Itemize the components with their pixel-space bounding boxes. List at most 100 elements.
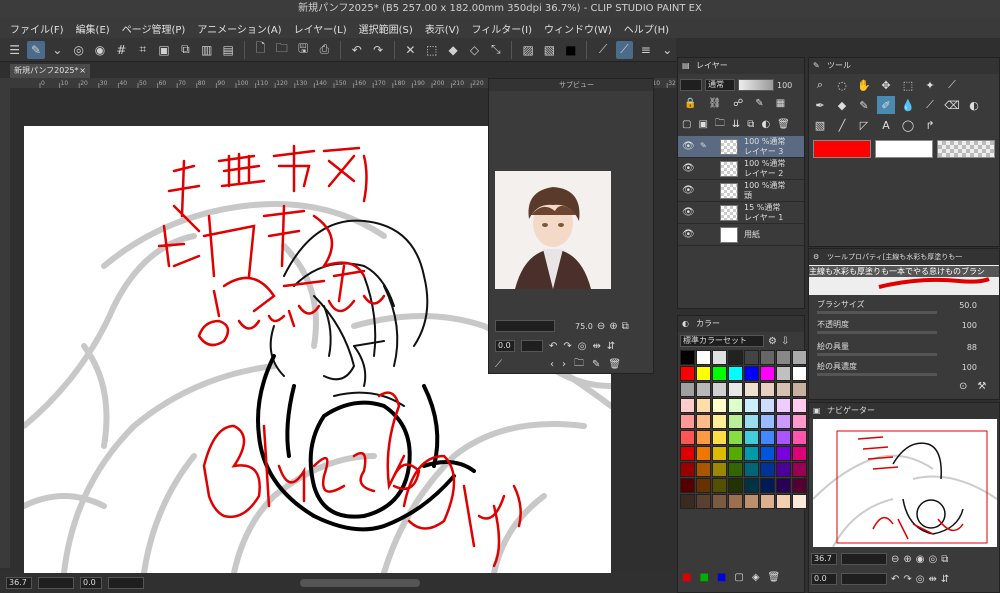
navigator-zoom-field[interactable]: 36.7 [811,553,837,565]
eyedropper-icon[interactable]: ⟋ [495,359,502,370]
reset-icon[interactable]: ◎ [916,574,925,585]
menu-file[interactable]: ファイル(F) [4,21,70,36]
angle-slider[interactable] [108,577,144,589]
horizontal-scrollbar[interactable] [300,579,420,587]
actual-size-icon[interactable]: ◉ [916,554,925,565]
eye-icon[interactable]: 👁 [682,141,695,152]
new-folder-icon[interactable]: 🗀 [715,116,725,133]
eraser-tool-icon[interactable]: ◆ [833,96,851,114]
color-swatch[interactable] [792,382,807,397]
gradient-tool-icon[interactable]: ▧ [811,116,829,134]
import-icon[interactable]: ⇩ [781,336,789,347]
color-swatch[interactable] [696,478,711,493]
mask-icon[interactable]: ▨ [519,41,536,59]
lasso-icon[interactable]: ◎ [70,41,87,59]
grid-icon[interactable]: # [113,41,130,59]
color-swatch[interactable] [792,462,807,477]
subview-angle-field[interactable]: 0.0 [495,340,515,352]
merge-icon[interactable]: ⇊ [732,119,740,130]
color-tab[interactable]: ◐ カラー [678,316,804,332]
lock-icon[interactable]: 🔒 [684,98,696,109]
color-swatch[interactable] [728,478,743,493]
water-tool-icon[interactable]: 💧 [899,96,917,114]
clear-icon[interactable]: ✕ [402,41,419,59]
menu-filter[interactable]: フィルター(I) [465,21,538,36]
color-swatch[interactable] [728,382,743,397]
resize-icon[interactable]: ⤡ [487,41,504,59]
color-swatch[interactable] [744,478,759,493]
color-swatch[interactable] [760,446,775,461]
color-swatch[interactable] [712,350,727,365]
color-swatch[interactable] [792,414,807,429]
color-swatch[interactable] [744,382,759,397]
edit-tool-icon[interactable]: ✎ [27,40,45,59]
menu-layer[interactable]: レイヤー(L) [288,21,353,36]
opacity-row[interactable]: 不透明度 100 [817,319,993,335]
eraser-icon[interactable]: ⌫ [943,96,961,114]
color-swatch[interactable] [744,414,759,429]
delete-icon[interactable]: 🗑 [608,359,621,370]
new-raster-layer-icon[interactable]: ▢ [682,119,691,130]
paint-density-row[interactable]: 絵の具濃度 100 [817,361,993,377]
navigator-angle-field[interactable]: 0.0 [811,573,837,585]
grid-alt-icon[interactable]: ⌗ [134,41,151,59]
color-swatch[interactable] [760,478,775,493]
open-folder-icon[interactable]: 🗀 [273,41,290,59]
frame-tool-icon[interactable]: ◸ [855,116,873,134]
airbrush-tool-icon[interactable]: ⟋ [921,96,939,114]
color-swatch[interactable] [792,446,807,461]
layer-row[interactable]: 👁 用紙 [678,224,804,246]
layer-row[interactable]: 👁 100 %通常 レイヤー 2 [678,158,804,180]
brush-tool-icon[interactable]: ✐ [877,96,895,114]
blend-tool-icon[interactable]: ◐ [965,96,983,114]
color-swatch[interactable] [712,478,727,493]
color-swatch[interactable] [728,462,743,477]
color-swatch[interactable] [776,414,791,429]
color-swatch[interactable] [680,430,695,445]
menu-selection[interactable]: 選択範囲(S) [353,21,419,36]
color-swatch[interactable] [792,366,807,381]
eye-icon[interactable]: 👁 [682,229,695,240]
color-swatch[interactable] [744,350,759,365]
color-swatch[interactable] [760,366,775,381]
text-tool-icon[interactable]: A [877,116,895,134]
subview-zoom-slider[interactable] [495,320,555,332]
layer-opacity-slider[interactable] [738,79,774,91]
sub-color-swatch[interactable] [875,140,933,158]
navigator-preview[interactable] [813,419,997,547]
color-swatch[interactable] [680,446,695,461]
zoom-slider[interactable] [38,577,74,589]
layer-row[interactable]: 👁 15 %通常 レイヤー 1 [678,202,804,224]
color-swatch[interactable] [680,350,695,365]
reference-image[interactable] [495,171,611,289]
color-swatch[interactable] [712,462,727,477]
delete-swatch-icon[interactable]: 🗑 [768,572,781,583]
chevron-down-icon[interactable]: ⌄ [49,41,66,59]
opacity-slider[interactable] [817,331,937,334]
color-swatch[interactable] [680,462,695,477]
color-swatch[interactable] [680,414,695,429]
clip-icon[interactable]: ⛓ [708,98,721,109]
zoom-in-icon[interactable]: ⊕ [609,321,617,332]
crop-icon[interactable]: ▤ [219,41,236,59]
reference-icon[interactable]: ☍ [733,98,743,109]
zoom-out-icon[interactable]: ⊖ [891,554,899,565]
flip-vertical-icon[interactable]: ⇵ [941,574,949,585]
color-swatch[interactable] [760,414,775,429]
color-swatch[interactable] [744,494,759,509]
flip-vertical-icon[interactable]: ⇵ [607,341,615,352]
undo-icon[interactable]: ↶ [348,41,365,59]
color-swatch[interactable] [792,430,807,445]
color-swatch[interactable] [728,430,743,445]
brush-size-slider[interactable] [817,311,937,314]
rotate-left-icon[interactable]: ↶ [549,341,557,352]
replace-swatch-icon[interactable]: ◈ [752,572,760,583]
menu-view[interactable]: 表示(V) [419,21,466,36]
zoom-tool-icon[interactable]: ⌕ [811,76,829,94]
color-swatch[interactable] [728,414,743,429]
ruler-tool-icon[interactable]: ↱ [921,116,939,134]
color-swatch[interactable] [712,430,727,445]
close-icon[interactable]: × [79,64,86,78]
redo-icon[interactable]: ↷ [369,41,386,59]
settings-icon[interactable]: ⚒ [977,381,986,392]
